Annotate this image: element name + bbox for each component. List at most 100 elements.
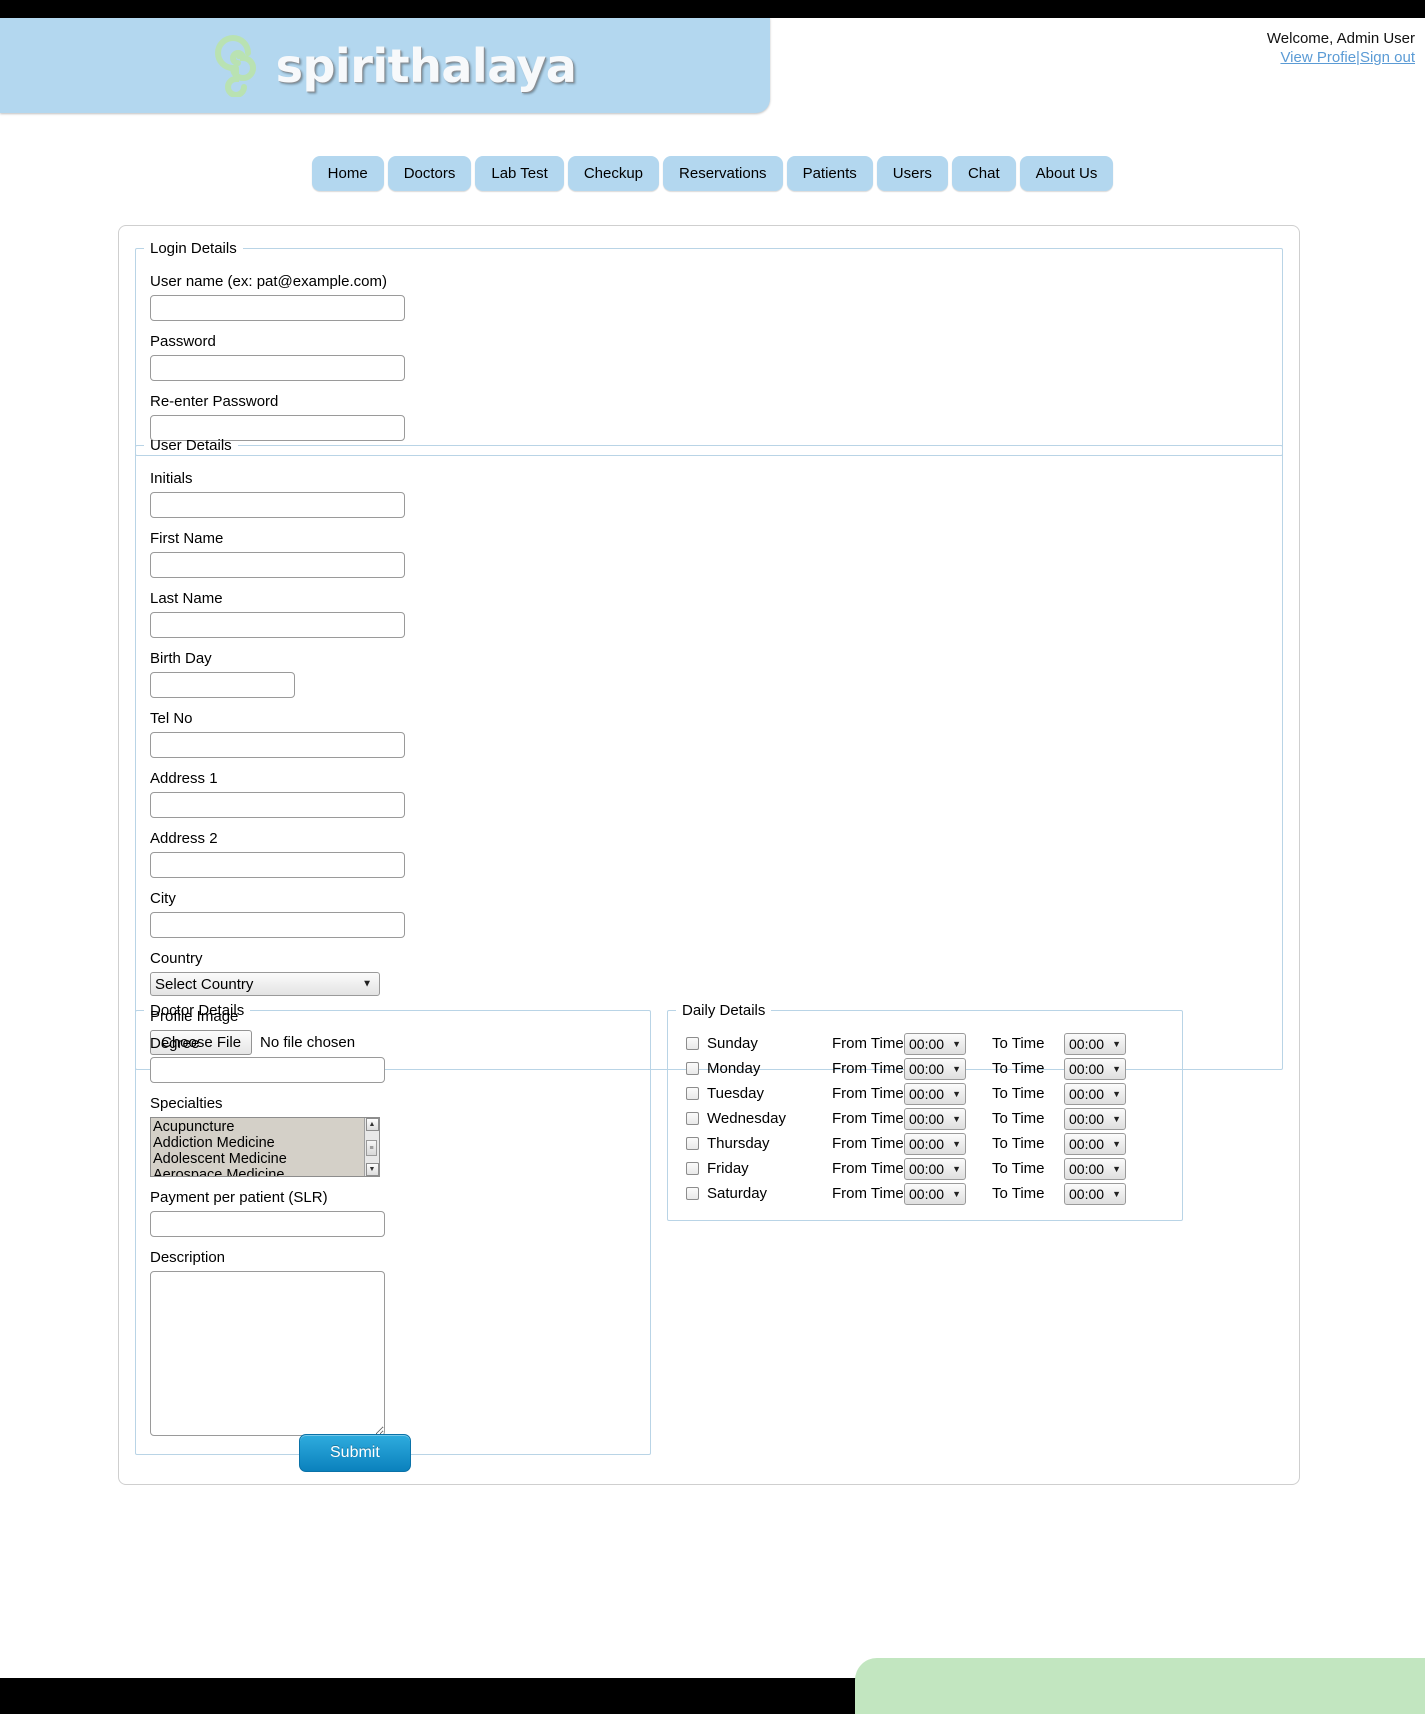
specialties-listbox[interactable]: Acupuncture Addiction Medicine Adolescen… — [150, 1117, 380, 1177]
from-time-select-saturday[interactable]: 00:00 — [904, 1182, 966, 1205]
view-profile-link[interactable]: View Profie — [1280, 49, 1356, 66]
initials-input[interactable] — [150, 492, 405, 518]
username-label: User name (ex: pat@example.com) — [150, 273, 387, 290]
daily-row-sunday: Sunday From Time 00:00 ▼ To Time 00:00 ▼ — [686, 1031, 1168, 1056]
to-time-label: To Time — [992, 1135, 1045, 1152]
specialty-option[interactable]: Adolescent Medicine — [153, 1151, 379, 1167]
page-sheet: spirithalaya Welcome, Admin User View Pr… — [0, 18, 1425, 1714]
day-checkbox-wednesday[interactable] — [686, 1112, 699, 1125]
city-label: City — [150, 890, 176, 907]
day-label-wednesday: Wednesday — [707, 1110, 786, 1127]
nav-tab-lab-test[interactable]: Lab Test — [475, 156, 564, 191]
scroll-up-arrow-icon[interactable]: ▲ — [365, 1118, 379, 1131]
day-checkbox-friday[interactable] — [686, 1162, 699, 1175]
daily-row-saturday: Saturday From Time 00:00 ▼ To Time 00:00 ▼ — [686, 1181, 1168, 1206]
from-time-label: From Time — [832, 1085, 904, 1102]
from-time-label: From Time — [832, 1185, 904, 1202]
sign-out-link[interactable]: Sign out — [1360, 49, 1415, 66]
specialty-option[interactable]: Acupuncture — [153, 1119, 379, 1135]
from-time-select-monday[interactable]: 00:00 — [904, 1057, 966, 1080]
day-label-monday: Monday — [707, 1060, 761, 1077]
to-time-select-thursday[interactable]: 00:00 — [1064, 1132, 1126, 1155]
user-bar: Welcome, Admin User View Profie|Sign out — [1267, 30, 1415, 68]
nav-tab-users[interactable]: Users — [876, 156, 948, 191]
doctor-details-legend: Doctor Details — [150, 1002, 245, 1019]
day-label-tuesday: Tuesday — [707, 1085, 764, 1102]
day-checkbox-saturday[interactable] — [686, 1187, 699, 1200]
address-1-input[interactable] — [150, 792, 405, 818]
country-label: Country — [150, 950, 203, 967]
daily-row-thursday: Thursday From Time 00:00 ▼ To Time 00:00 ▼ — [686, 1131, 1168, 1156]
spiral-ear-logo-icon — [214, 34, 256, 97]
last-name-label: Last Name — [150, 590, 223, 607]
reenter-password-label: Re-enter Password — [150, 393, 279, 410]
to-time-select-friday[interactable]: 00:00 — [1064, 1157, 1126, 1180]
from-time-select-friday[interactable]: 00:00 — [904, 1157, 966, 1180]
day-checkbox-thursday[interactable] — [686, 1137, 699, 1150]
address-2-input[interactable] — [150, 852, 405, 878]
to-time-label: To Time — [992, 1035, 1045, 1052]
from-time-label: From Time — [832, 1060, 904, 1077]
user-details-section: User Details Initials First Name Last Na… — [135, 437, 1283, 1070]
username-input[interactable] — [150, 295, 405, 321]
from-time-select-thursday[interactable]: 00:00 — [904, 1132, 966, 1155]
to-time-select-monday[interactable]: 00:00 — [1064, 1057, 1126, 1080]
login-details-section: Login Details User name (ex: pat@example… — [135, 240, 1283, 456]
day-checkbox-monday[interactable] — [686, 1062, 699, 1075]
day-label-thursday: Thursday — [707, 1135, 770, 1152]
city-input[interactable] — [150, 912, 405, 938]
user-details-legend: User Details — [150, 437, 232, 454]
initials-label: Initials — [150, 470, 193, 487]
first-name-label: First Name — [150, 530, 224, 547]
specialty-option[interactable]: Addiction Medicine — [153, 1135, 379, 1151]
from-time-select-tuesday[interactable]: 00:00 — [904, 1082, 966, 1105]
from-time-select-wednesday[interactable]: 00:00 — [904, 1107, 966, 1130]
day-label-sunday: Sunday — [707, 1035, 758, 1052]
degree-label: Degree — [150, 1035, 200, 1052]
country-select[interactable]: Select Country — [150, 972, 380, 996]
daily-details-section: Daily Details Sunday From Time 00:00 ▼ To… — [667, 1002, 1183, 1221]
password-input[interactable] — [150, 355, 405, 381]
from-time-select-sunday[interactable]: 00:00 — [904, 1032, 966, 1055]
payment-per-patient-input[interactable] — [150, 1211, 385, 1237]
daily-row-friday: Friday From Time 00:00 ▼ To Time 00:00 ▼ — [686, 1156, 1168, 1181]
nav-tab-doctors[interactable]: Doctors — [387, 156, 472, 191]
brand-name: spirithalaya — [275, 38, 577, 93]
submit-button[interactable]: Submit — [299, 1434, 411, 1472]
description-textarea[interactable] — [150, 1271, 385, 1436]
nav-tab-home[interactable]: Home — [311, 156, 384, 191]
site-header-banner: spirithalaya — [0, 18, 770, 113]
nav-tab-checkup[interactable]: Checkup — [567, 156, 660, 191]
to-time-select-tuesday[interactable]: 00:00 — [1064, 1082, 1126, 1105]
daily-row-tuesday: Tuesday From Time 00:00 ▼ To Time 00:00 ▼ — [686, 1081, 1168, 1106]
day-checkbox-sunday[interactable] — [686, 1037, 699, 1050]
daily-row-monday: Monday From Time 00:00 ▼ To Time 00:00 ▼ — [686, 1056, 1168, 1081]
to-time-select-sunday[interactable]: 00:00 — [1064, 1032, 1126, 1055]
day-label-friday: Friday — [707, 1160, 749, 1177]
brand-logo[interactable]: spirithalaya — [214, 34, 577, 97]
last-name-input[interactable] — [150, 612, 405, 638]
specialties-scrollbar[interactable]: ▲ ≡ ▼ — [364, 1118, 379, 1176]
specialty-option[interactable]: Aerospace Medicine — [153, 1167, 379, 1176]
to-time-select-wednesday[interactable]: 00:00 — [1064, 1107, 1126, 1130]
payment-per-patient-label: Payment per patient (SLR) — [150, 1189, 328, 1206]
description-label: Description — [150, 1249, 226, 1266]
to-time-label: To Time — [992, 1185, 1045, 1202]
from-time-label: From Time — [832, 1135, 904, 1152]
degree-input[interactable] — [150, 1057, 385, 1083]
to-time-select-saturday[interactable]: 00:00 — [1064, 1182, 1126, 1205]
nav-tab-patients[interactable]: Patients — [786, 156, 873, 191]
birth-day-input[interactable] — [150, 672, 295, 698]
day-checkbox-tuesday[interactable] — [686, 1087, 699, 1100]
first-name-input[interactable] — [150, 552, 405, 578]
tel-no-input[interactable] — [150, 732, 405, 758]
nav-tab-reservations[interactable]: Reservations — [663, 156, 783, 191]
scrollbar-thumb[interactable]: ≡ — [366, 1140, 377, 1156]
from-time-label: From Time — [832, 1110, 904, 1127]
footer-bar — [855, 1658, 1425, 1714]
nav-tab-chat[interactable]: Chat — [951, 156, 1016, 191]
nav-tab-about-us[interactable]: About Us — [1019, 156, 1114, 191]
doctor-details-section: Doctor Details Degree Specialties Acupun… — [135, 1002, 651, 1455]
scroll-down-arrow-icon[interactable]: ▼ — [365, 1163, 379, 1176]
welcome-text: Welcome, Admin User — [1266, 30, 1415, 47]
